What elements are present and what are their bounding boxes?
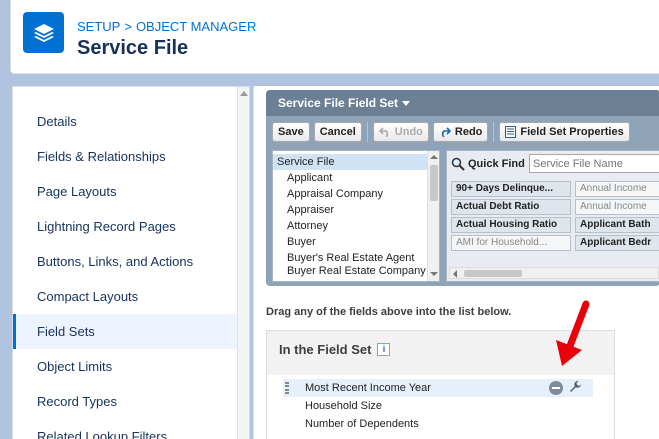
undo-icon bbox=[378, 127, 388, 137]
field-cell[interactable]: Actual Debt Ratio bbox=[451, 199, 571, 215]
field-set-title-text: Service File Field Set bbox=[278, 96, 399, 110]
field-cell[interactable]: AMI for Household... bbox=[451, 235, 571, 251]
breadcrumb-setup[interactable]: SETUP bbox=[77, 19, 120, 34]
field-set-row[interactable]: Most Recent Income Year bbox=[283, 379, 593, 397]
field-set-row[interactable]: Number of Dependents bbox=[283, 415, 593, 433]
breadcrumb-separator: > bbox=[124, 19, 132, 34]
tree-item[interactable]: Appraisal Company bbox=[273, 186, 427, 202]
field-cell[interactable]: 90+ Days Delinque... bbox=[451, 181, 571, 197]
page-header: SETUP > OBJECT MANAGER Service File bbox=[10, 0, 659, 74]
drag-handle-icon[interactable] bbox=[285, 382, 289, 394]
tree-item[interactable]: Applicant bbox=[273, 170, 427, 186]
remove-icon[interactable] bbox=[549, 381, 563, 395]
field-cell[interactable]: Annual Income bbox=[575, 181, 659, 197]
sidebar-item-page-layouts[interactable]: Page Layouts bbox=[13, 174, 238, 209]
toolbar-divider bbox=[366, 122, 368, 142]
field-set-editor: Service File Field Set Save Cancel Undo … bbox=[266, 90, 659, 286]
field-cell[interactable]: Applicant Bath bbox=[575, 217, 659, 233]
scroll-down-icon[interactable] bbox=[430, 272, 438, 276]
tree-item[interactable]: Buyer Real Estate Company bbox=[273, 266, 427, 280]
toolbar-divider bbox=[493, 122, 495, 142]
layers-icon bbox=[23, 12, 64, 53]
field-set-row[interactable]: Household Size bbox=[283, 397, 593, 415]
field-set-titlebar[interactable]: Service File Field Set bbox=[266, 90, 659, 116]
search-icon bbox=[451, 157, 465, 171]
tree-item-root[interactable]: Service File bbox=[273, 154, 427, 170]
drag-instruction: Drag any of the fields above into the li… bbox=[266, 306, 512, 318]
cancel-button[interactable]: Cancel bbox=[313, 122, 362, 142]
in-field-set-title-text: In the Field Set bbox=[279, 342, 372, 357]
redo-icon bbox=[441, 127, 451, 137]
palette-scrollbar[interactable] bbox=[449, 267, 659, 279]
field-cell[interactable]: Applicant Bedr bbox=[575, 235, 659, 251]
field-set-properties-button[interactable]: Field Set Properties bbox=[499, 122, 630, 142]
tree-item[interactable]: Appraiser bbox=[273, 202, 427, 218]
sidebar-item-object-limits[interactable]: Object Limits bbox=[13, 349, 238, 384]
page-title: Service File bbox=[77, 37, 189, 59]
info-icon[interactable]: i bbox=[377, 343, 391, 356]
properties-icon bbox=[505, 126, 517, 138]
sidebar-item-field-sets[interactable]: Field Sets bbox=[13, 314, 238, 349]
sidebar: Details Fields & Relationships Page Layo… bbox=[12, 86, 250, 439]
editor-toolbar: Save Cancel Undo Redo Field Set Properti… bbox=[272, 122, 630, 144]
field-set-row-label: Most Recent Income Year bbox=[305, 382, 431, 394]
field-set-properties-label: Field Set Properties bbox=[520, 126, 624, 138]
breadcrumb: SETUP > OBJECT MANAGER bbox=[77, 19, 256, 34]
scroll-thumb[interactable] bbox=[464, 270, 522, 277]
sidebar-item-related-lookup-filters[interactable]: Related Lookup Filters bbox=[13, 419, 238, 439]
undo-label: Undo bbox=[394, 126, 423, 138]
sidebar-item-compact-layouts[interactable]: Compact Layouts bbox=[13, 279, 238, 314]
field-set-title[interactable]: Service File Field Set bbox=[278, 96, 411, 110]
tree-item[interactable]: Buyer bbox=[273, 234, 427, 250]
annotation-arrow-icon bbox=[556, 300, 590, 366]
quick-find-label: Quick Find bbox=[451, 157, 525, 171]
save-button[interactable]: Save bbox=[272, 122, 310, 142]
main-content: Service File Field Set Save Cancel Undo … bbox=[253, 86, 659, 439]
tree-item[interactable]: Buyer's Real Estate Agent bbox=[273, 250, 427, 266]
field-cell[interactable]: Actual Housing Ratio bbox=[451, 217, 571, 233]
tree-item[interactable]: Attorney bbox=[273, 218, 427, 234]
redo-label: Redo bbox=[454, 126, 483, 138]
field-palette: Quick Find 90+ Days Delinque... Actual D… bbox=[446, 150, 659, 282]
wrench-icon[interactable] bbox=[569, 380, 582, 398]
undo-button[interactable]: Undo bbox=[372, 122, 429, 142]
scroll-thumb[interactable] bbox=[430, 165, 438, 201]
in-field-set-title: In the Field Set i bbox=[279, 342, 391, 357]
scroll-up-icon[interactable] bbox=[240, 91, 248, 96]
breadcrumb-object-manager[interactable]: OBJECT MANAGER bbox=[136, 19, 256, 34]
field-cell[interactable]: Annual Income bbox=[575, 199, 659, 215]
sidebar-list: Details Fields & Relationships Page Layo… bbox=[13, 87, 238, 439]
sidebar-scrollbar[interactable] bbox=[237, 87, 249, 439]
sidebar-item-fields-relationships[interactable]: Fields & Relationships bbox=[13, 139, 238, 174]
sidebar-item-lightning-record-pages[interactable]: Lightning Record Pages bbox=[13, 209, 238, 244]
scroll-left-icon[interactable] bbox=[453, 270, 457, 278]
sidebar-item-buttons-links-actions[interactable]: Buttons, Links, and Actions bbox=[13, 244, 238, 279]
scroll-up-icon[interactable] bbox=[430, 155, 438, 159]
chevron-down-icon bbox=[402, 101, 411, 107]
redo-button[interactable]: Redo bbox=[432, 122, 489, 142]
tree-scrollbar[interactable] bbox=[427, 151, 439, 281]
quick-find-input[interactable] bbox=[529, 154, 659, 173]
in-field-set-list: Most Recent Income Year Household Size N… bbox=[267, 375, 614, 439]
quick-find-text: Quick Find bbox=[468, 158, 525, 170]
sidebar-item-record-types[interactable]: Record Types bbox=[13, 384, 238, 419]
sidebar-item-details[interactable]: Details bbox=[13, 104, 238, 139]
object-tree: Service File Applicant Appraisal Company… bbox=[272, 150, 440, 282]
